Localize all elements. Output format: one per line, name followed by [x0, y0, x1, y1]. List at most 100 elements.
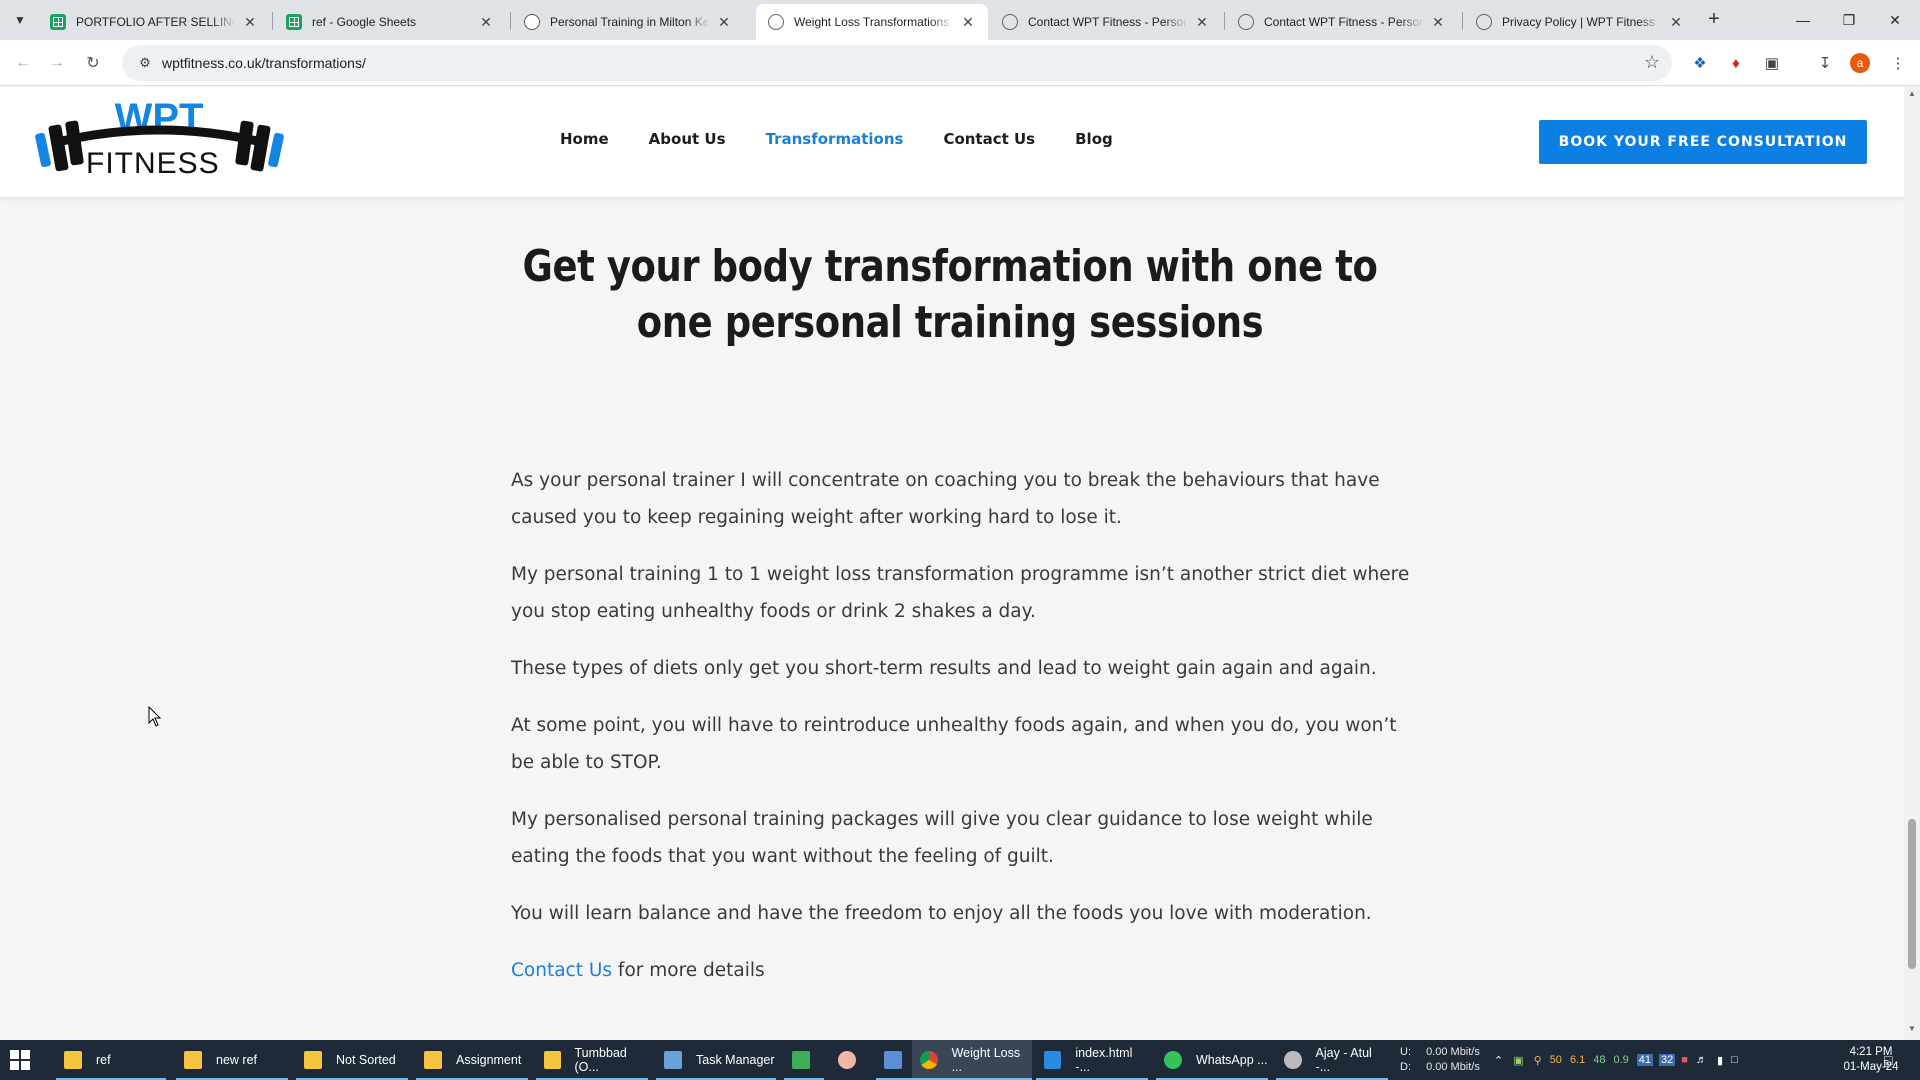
taskbar-item-task-manager[interactable]: Task Manager — [656, 1040, 776, 1080]
site-logo[interactable]: WPT FITNESS — [32, 96, 287, 186]
tray-load-value: 0.9 — [1613, 1054, 1629, 1066]
globe-icon — [768, 14, 784, 30]
reload-icon[interactable]: ↻ — [80, 50, 106, 76]
taskbar-item-vscode[interactable]: index.html -... — [1036, 1040, 1148, 1080]
search-icon[interactable]: ⚲ — [1534, 1054, 1542, 1067]
nav-link-contact-us[interactable]: Contact Us — [943, 130, 1035, 148]
browser-tab[interactable]: Privacy Policy | WPT Fitness ✕ — [1464, 4, 1696, 40]
nav-link-blog[interactable]: Blog — [1075, 130, 1113, 148]
tray-mem-value: 6.1 — [1569, 1054, 1586, 1066]
download-icon[interactable]: ↧ — [1814, 52, 1836, 74]
close-window-icon[interactable]: ✕ — [1872, 0, 1918, 40]
tab-title: Contact WPT Fitness - Personal — [1028, 15, 1188, 29]
document-icon — [884, 1051, 902, 1069]
taskbar-label: new ref — [216, 1053, 257, 1067]
taskbar-item-tumbbad[interactable]: Tumbbad (O... — [536, 1040, 648, 1080]
close-tab-icon[interactable]: ✕ — [960, 14, 976, 30]
notification-center[interactable]: □ 5 — [1880, 1040, 1892, 1080]
paragraph: You will learn balance and have the free… — [511, 903, 1372, 924]
nav-link-about-us[interactable]: About Us — [649, 130, 726, 148]
tab-separator — [1224, 12, 1225, 30]
scroll-down-icon[interactable]: ▼ — [1904, 1024, 1920, 1038]
browser-tab[interactable]: Contact WPT Fitness - Personal ✕ — [990, 4, 1222, 40]
network-icon[interactable]: □ — [1731, 1054, 1738, 1066]
taskbar-item-app[interactable] — [876, 1040, 916, 1080]
tab-title: PORTFOLIO AFTER SELLING - G — [76, 15, 236, 29]
browser-tab[interactable]: PORTFOLIO AFTER SELLING - G ✕ — [38, 4, 270, 40]
main-nav: Home About Us Transformations Contact Us… — [560, 130, 1153, 148]
profile-avatar[interactable]: a — [1850, 53, 1870, 73]
close-tab-icon[interactable]: ✕ — [1668, 14, 1684, 30]
paragraph: As your personal trainer I will concentr… — [511, 470, 1380, 528]
tray-cpu-value: 50 — [1549, 1054, 1562, 1066]
paragraph: My personal training 1 to 1 weight loss … — [511, 564, 1410, 622]
close-tab-icon[interactable]: ✕ — [1194, 14, 1210, 30]
new-tab-icon[interactable]: + — [1702, 8, 1726, 32]
paragraph: At some point, you will have to reintrod… — [511, 715, 1397, 773]
taskbar-item-ajay[interactable]: Ajay - Atul -... — [1276, 1040, 1388, 1080]
antivirus-icon[interactable]: ■ — [1681, 1054, 1688, 1066]
tray-app-icon[interactable]: ▣ — [1513, 1054, 1523, 1067]
tray-chevron-icon[interactable]: ⌃ — [1494, 1054, 1503, 1067]
site-info-icon[interactable]: ⚙ — [130, 55, 160, 71]
mouse-cursor-icon — [148, 706, 162, 727]
browser-tab[interactable]: ref - Google Sheets ✕ — [274, 4, 506, 40]
nav-link-transformations[interactable]: Transformations — [766, 130, 904, 148]
close-tab-icon[interactable]: ✕ — [478, 14, 494, 30]
kebab-menu-icon[interactable]: ⋮ — [1887, 52, 1909, 74]
volume-icon[interactable]: ♬ — [1696, 1054, 1707, 1066]
windows-start-icon[interactable] — [10, 1050, 30, 1070]
forward-icon[interactable]: → — [44, 50, 70, 76]
tab-separator — [272, 12, 273, 30]
clock-time: 4:21 PM — [1849, 1046, 1893, 1058]
taskbar-label: index.html -... — [1075, 1046, 1133, 1074]
windows-taskbar: ref new ref Not Sorted Assignment Tumbba… — [0, 1040, 1920, 1080]
scrollbar-thumb[interactable] — [1908, 819, 1916, 969]
taskbar-item-chrome[interactable]: Weight Loss ... — [912, 1040, 1032, 1080]
extension-icon[interactable]: ❖ — [1689, 52, 1711, 74]
tab-separator — [510, 12, 511, 30]
restore-icon[interactable]: ❐ — [1826, 0, 1872, 40]
browser-tab[interactable]: Contact WPT Fitness - Personal ✕ — [1226, 4, 1458, 40]
url-text[interactable]: wptfitness.co.uk/transformations/ — [162, 55, 366, 71]
bookmark-star-icon[interactable]: ☆ — [1644, 52, 1660, 73]
taskbar-clock[interactable]: 4:21 PM 01-May-24 — [1840, 1045, 1902, 1075]
sheets-icon — [286, 14, 302, 30]
taskbar-item-new-ref[interactable]: new ref — [176, 1040, 288, 1080]
shield-extension-icon[interactable]: ♦ — [1725, 52, 1747, 74]
paragraph: These types of diets only get you short-… — [511, 658, 1377, 679]
taskbar-item-app[interactable] — [784, 1040, 824, 1080]
minimize-icon[interactable]: — — [1780, 0, 1826, 40]
tray-gpu-value: 41 — [1636, 1054, 1654, 1066]
tab-search-chevron-icon[interactable]: ▼ — [8, 8, 32, 32]
close-tab-icon[interactable]: ✕ — [716, 14, 732, 30]
nav-link-home[interactable]: Home — [560, 130, 609, 148]
contact-suffix: for more details — [612, 960, 765, 981]
close-tab-icon[interactable]: ✕ — [242, 14, 258, 30]
tab-separator — [1462, 12, 1463, 30]
music-app-icon — [1284, 1051, 1302, 1069]
page-headline: Get your body transformation with one to… — [522, 241, 1378, 348]
back-icon[interactable]: ← — [10, 50, 36, 76]
net-up-speed: 0.00 Mbit/s — [1426, 1046, 1480, 1058]
contact-us-link[interactable]: Contact Us — [511, 960, 612, 981]
close-tab-icon[interactable]: ✕ — [1430, 14, 1446, 30]
tab-title: Privacy Policy | WPT Fitness — [1502, 15, 1655, 29]
paragraph: My personalised personal training packag… — [511, 809, 1373, 867]
taskbar-item-ref[interactable]: ref — [56, 1040, 166, 1080]
book-consultation-button[interactable]: BOOK YOUR FREE CONSULTATION — [1539, 120, 1867, 164]
system-tray: ⌃ ▣ ⚲ 50 6.1 48 0.9 41 32 ■ ♬ ▮ □ — [1494, 1040, 1738, 1080]
taskbar-item-app[interactable] — [830, 1040, 870, 1080]
taskbar-item-not-sorted[interactable]: Not Sorted — [296, 1040, 408, 1080]
taskbar-item-assignment[interactable]: Assignment — [416, 1040, 528, 1080]
scroll-up-icon[interactable]: ▲ — [1904, 89, 1920, 103]
taskbar-item-whatsapp[interactable]: WhatsApp ... — [1156, 1040, 1268, 1080]
browser-tab-active[interactable]: Weight Loss Transformations | S ✕ — [756, 4, 988, 40]
battery-icon[interactable]: ▮ — [1717, 1054, 1723, 1067]
folder-icon — [184, 1051, 202, 1069]
logo-fitness-text: FITNESS — [86, 147, 220, 180]
address-bar[interactable]: ⚙ wptfitness.co.uk/transformations/ ☆ — [122, 45, 1672, 81]
browser-tab[interactable]: Personal Training in Milton Key ✕ — [512, 4, 744, 40]
page-scrollbar[interactable]: ▲ ▼ — [1904, 87, 1920, 1040]
puzzle-extensions-icon[interactable]: ▣ — [1761, 52, 1783, 74]
